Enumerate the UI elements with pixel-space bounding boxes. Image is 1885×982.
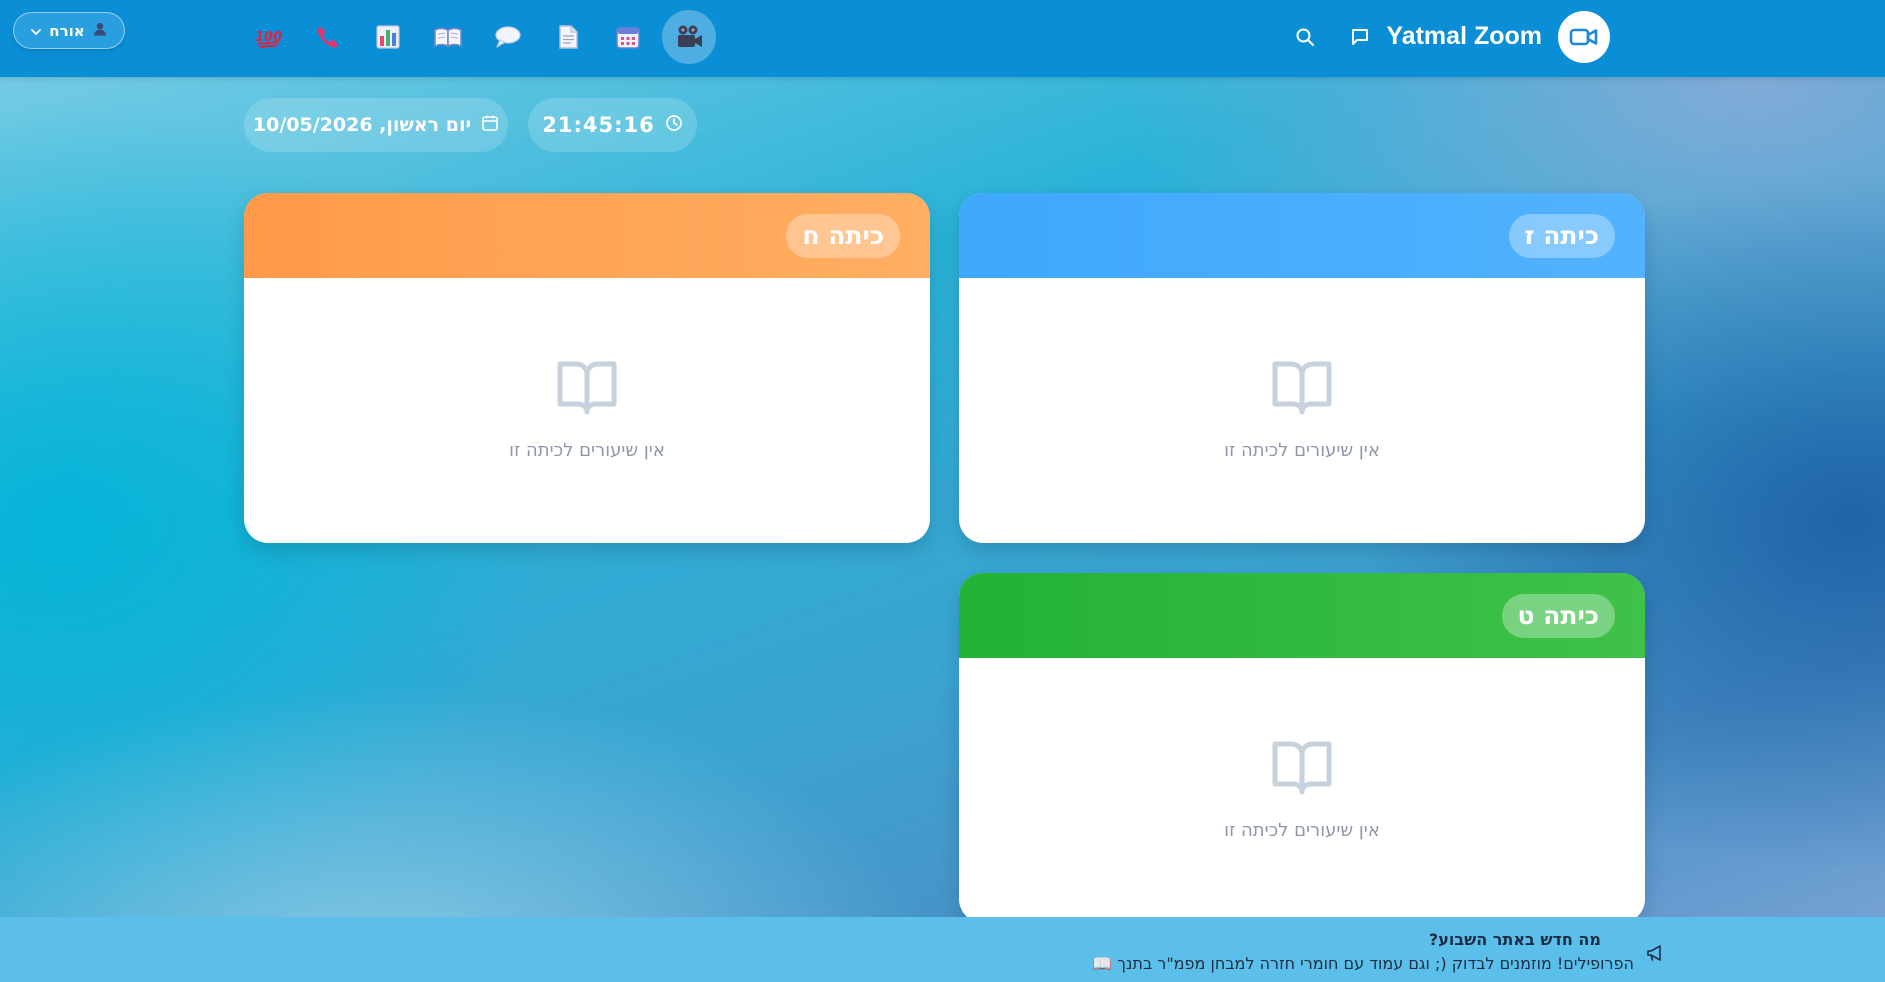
- user-icon: [93, 22, 107, 40]
- movie-camera-icon[interactable]: [662, 10, 716, 64]
- empty-state-text: אין שיעורים לכיתה זו: [509, 440, 665, 461]
- brand-title[interactable]: Yatmal Zoom: [1382, 22, 1542, 56]
- hundred-points-icon[interactable]: 100: [251, 20, 285, 54]
- empty-book-icon: [557, 361, 617, 415]
- time-display: 21:45:16: [528, 98, 697, 152]
- phone-icon[interactable]: [311, 20, 345, 54]
- announcement-title: מה חדש באתר השבוע?: [1428, 930, 1601, 949]
- card-title[interactable]: כיתה ח: [786, 214, 900, 258]
- megaphone-icon: [1647, 945, 1661, 961]
- card-header: כיתה ט: [959, 573, 1645, 658]
- top-navigation-bar: Yatmal Zoom 100 אורח: [0, 0, 1885, 77]
- date-text: יום ראשון, 10/05/2026: [252, 114, 472, 136]
- announcement-bar: מה חדש באתר השבוע? הפרופילים! מוזמנים לב…: [0, 917, 1885, 982]
- card-body: אין שיעורים לכיתה זו: [959, 278, 1645, 543]
- empty-book-icon: [1272, 741, 1332, 795]
- document-icon[interactable]: [551, 20, 585, 54]
- user-menu-button[interactable]: אורח: [13, 12, 125, 49]
- card-header: כיתה ח: [244, 193, 930, 278]
- chevron-down-icon: [31, 22, 42, 40]
- class-card-z[interactable]: כיתה ז אין שיעורים לכיתה זו: [959, 193, 1645, 543]
- card-title[interactable]: כיתה ז: [1508, 214, 1615, 258]
- date-display: יום ראשון, 10/05/2026: [244, 98, 508, 152]
- calendar-small-icon: [481, 114, 499, 137]
- class-card-t[interactable]: כיתה ט אין שיעורים לכיתה זו: [959, 573, 1645, 923]
- video-camera-icon[interactable]: [1558, 11, 1610, 63]
- search-icon[interactable]: [1295, 27, 1315, 47]
- empty-state-text: אין שיעורים לכיתה זו: [1224, 820, 1380, 841]
- bar-chart-icon[interactable]: [371, 20, 405, 54]
- open-book-icon[interactable]: [431, 20, 465, 54]
- class-card-h[interactable]: כיתה ח אין שיעורים לכיתה זו: [244, 193, 930, 543]
- speech-bubble-icon[interactable]: [491, 20, 525, 54]
- card-body: אין שיעורים לכיתה זו: [244, 278, 930, 543]
- announcement-text[interactable]: הפרופילים! מוזמנים לבדוק (; וגם עמוד עם …: [1092, 954, 1634, 973]
- empty-state-text: אין שיעורים לכיתה זו: [1224, 440, 1380, 461]
- empty-book-icon: [1272, 361, 1332, 415]
- card-header: כיתה ז: [959, 193, 1645, 278]
- clock-icon: [665, 113, 683, 137]
- card-title[interactable]: כיתה ט: [1501, 594, 1615, 638]
- time-text: 21:45:16: [542, 113, 655, 137]
- user-label: אורח: [49, 21, 85, 40]
- message-icon[interactable]: [1350, 27, 1370, 47]
- calendar-icon[interactable]: [611, 20, 645, 54]
- card-body: אין שיעורים לכיתה זו: [959, 658, 1645, 923]
